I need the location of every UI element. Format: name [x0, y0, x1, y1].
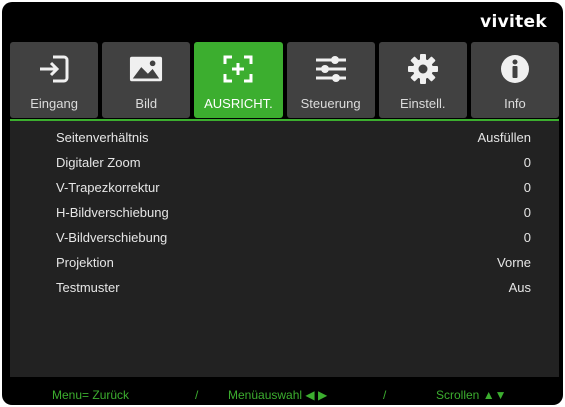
alignment-menu: Seitenverhältnis Ausfüllen Digitaler Zoo…: [10, 121, 559, 377]
tab-einstell[interactable]: Einstell.: [378, 42, 467, 118]
menu-item-v-bildverschiebung[interactable]: V-Bildverschiebung 0: [10, 225, 559, 250]
menu-item-label: H-Bildverschiebung: [56, 205, 169, 220]
info-icon: [498, 52, 532, 86]
tab-label: AUSRICHT.: [204, 96, 273, 111]
menu-item-h-bildverschiebung[interactable]: H-Bildverschiebung 0: [10, 200, 559, 225]
input-arrow-icon: [37, 52, 71, 86]
menu-item-value: Vorne: [497, 255, 531, 270]
menu-item-value: Ausfüllen: [477, 130, 531, 145]
menu-item-value: 0: [523, 155, 531, 170]
tab-label: Steuerung: [300, 96, 361, 111]
osd-window: vivitek Eingang Bild AUSRICHT. Steuerung…: [2, 2, 563, 405]
menu-item-value: 0: [523, 180, 531, 195]
menu-item-seitenverhaeltnis[interactable]: Seitenverhältnis Ausfüllen: [10, 125, 559, 150]
menu-item-value: 0: [523, 230, 531, 245]
hint-separator: /: [383, 387, 387, 402]
tab-ausricht[interactable]: AUSRICHT.: [194, 42, 283, 118]
tab-label: Eingang: [30, 96, 78, 111]
sliders-icon: [314, 52, 348, 86]
gear-icon: [406, 52, 440, 86]
menu-item-value: Aus: [508, 280, 531, 295]
menu-item-label: Testmuster: [56, 280, 120, 295]
menu-item-testmuster[interactable]: Testmuster Aus: [10, 275, 559, 300]
menu-item-label: Projektion: [56, 255, 114, 270]
menu-item-digitaler-zoom[interactable]: Digitaler Zoom 0: [10, 150, 559, 175]
hint-select: Menüauswahl ◀ ▶: [228, 387, 328, 402]
menu-item-label: Digitaler Zoom: [56, 155, 141, 170]
tab-steuerung[interactable]: Steuerung: [286, 42, 375, 118]
hint-scroll: Scrollen ▲▼: [436, 387, 507, 402]
alignment-frame-icon: [221, 52, 255, 86]
tab-label: Bild: [135, 96, 158, 111]
tab-bild[interactable]: Bild: [102, 42, 191, 118]
menu-item-value: 0: [523, 205, 531, 220]
tab-bar: Eingang Bild AUSRICHT. Steuerung Einstel…: [10, 42, 560, 118]
menu-item-v-trapezkorrektur[interactable]: V-Trapezkorrektur 0: [10, 175, 559, 200]
menu-item-label: V-Bildverschiebung: [56, 230, 168, 245]
picture-icon: [129, 52, 163, 86]
hint-separator: /: [195, 387, 199, 402]
hint-back: Menu= Zurück: [52, 387, 130, 402]
brand-logo: vivitek: [480, 12, 547, 32]
tab-label: Info: [504, 96, 526, 111]
tab-eingang[interactable]: Eingang: [10, 42, 99, 118]
menu-item-label: Seitenverhältnis: [56, 130, 149, 145]
key-hint-bar: Menu= Zurück / Menüauswahl ◀ ▶ / Scrolle…: [2, 384, 563, 405]
tab-label: Einstell.: [400, 96, 446, 111]
menu-item-label: V-Trapezkorrektur: [56, 180, 160, 195]
menu-item-projektion[interactable]: Projektion Vorne: [10, 250, 559, 275]
tab-info[interactable]: Info: [470, 42, 560, 118]
